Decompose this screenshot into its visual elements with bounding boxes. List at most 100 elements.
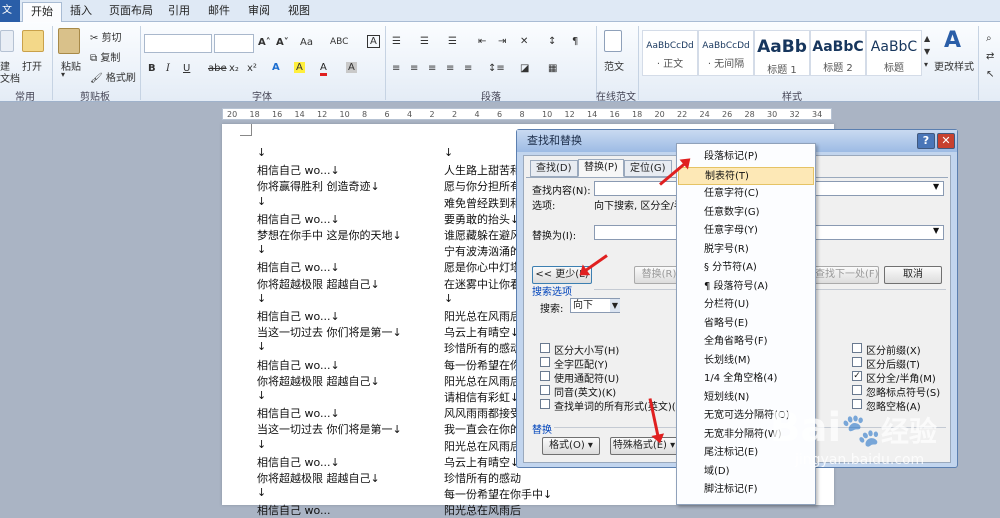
tab-mailings[interactable]: 邮件 <box>200 2 238 22</box>
bullets-icon[interactable]: ☰ <box>392 36 401 47</box>
justify-icon[interactable]: ≡ <box>446 63 454 74</box>
shrink-font-button[interactable]: A˅ <box>276 37 289 48</box>
special-menu-item[interactable]: 域(D) <box>678 463 814 481</box>
special-menu-item[interactable]: 制表符(T) <box>678 166 814 185</box>
tab-page-layout[interactable]: 页面布局 <box>101 2 161 22</box>
change-styles-button[interactable]: 更改样式 <box>934 58 974 73</box>
text-effects-button[interactable]: A <box>272 62 280 73</box>
replace-dropdown-icon[interactable]: ▼ <box>933 226 939 235</box>
underline-button[interactable]: U <box>183 63 190 74</box>
style-normal[interactable]: AaBbCcDd · 正文 <box>642 30 698 76</box>
checkbox[interactable] <box>852 343 862 353</box>
multilevel-list-icon[interactable]: ☰ <box>448 36 457 47</box>
cancel-button[interactable]: 取消 <box>884 266 942 284</box>
open-folder-icon[interactable] <box>22 30 44 52</box>
align-left-icon[interactable]: ≡ <box>392 63 400 74</box>
special-menu-item[interactable]: 分栏符(U) <box>678 296 814 314</box>
special-menu-item[interactable]: 任意数字(G) <box>678 204 814 222</box>
special-button[interactable]: 特殊格式(E) ▾ <box>610 437 678 455</box>
show-marks-icon[interactable]: ¶ <box>572 36 578 47</box>
close-button[interactable]: ✕ <box>937 133 955 149</box>
checkbox-label[interactable]: 使用通配符(U) <box>554 370 619 385</box>
char-shading-button[interactable]: A <box>346 62 357 73</box>
special-menu-item[interactable]: 长划线(M) <box>678 352 814 370</box>
select-dropdown-icon[interactable]: ▼ <box>610 299 620 312</box>
tab-replace[interactable]: 替换(P) <box>578 159 624 177</box>
tab-review[interactable]: 审阅 <box>240 2 278 22</box>
checkbox-label[interactable]: 全字匹配(Y) <box>554 356 608 371</box>
tab-home[interactable]: 开始 <box>22 2 62 23</box>
bold-button[interactable]: B <box>148 63 156 74</box>
font-name-combo[interactable] <box>144 34 212 53</box>
special-menu-item[interactable]: 脚注标记(F) <box>678 481 814 499</box>
special-menu-item[interactable]: 任意字母(Y) <box>678 222 814 240</box>
tab-insert[interactable]: 插入 <box>62 2 100 22</box>
clear-format-button[interactable]: ABC <box>330 37 348 47</box>
special-menu-item[interactable]: 短划线(N) <box>678 389 814 407</box>
tab-find[interactable]: 查找(D) <box>530 160 578 177</box>
highlight-color-button[interactable]: A <box>294 62 305 73</box>
template-doc-icon[interactable] <box>604 30 622 52</box>
help-button[interactable]: ? <box>917 133 935 149</box>
checkbox-label[interactable]: 区分大小写(H) <box>554 342 619 357</box>
align-right-icon[interactable]: ≡ <box>428 63 436 74</box>
special-menu-item[interactable]: 省略号(E) <box>678 315 814 333</box>
checkbox-label[interactable]: 区分后缀(T) <box>866 356 920 371</box>
checkbox[interactable] <box>540 343 550 353</box>
italic-button[interactable]: I <box>166 63 170 74</box>
checkbox[interactable]: ✓ <box>852 371 862 381</box>
shading-icon[interactable]: ◪ <box>520 63 529 74</box>
special-menu-item[interactable]: 段落标记(P) <box>678 148 814 166</box>
open-label[interactable]: 打开 <box>22 58 42 73</box>
styles-scroll-icon[interactable]: ▲ ▼ ▾ <box>924 32 930 71</box>
special-menu-item[interactable]: 全角省略号(F) <box>678 333 814 351</box>
superscript-button[interactable]: x² <box>247 63 257 74</box>
style-no-spacing[interactable]: AaBbCcDd · 无间隔 <box>698 30 754 76</box>
checkbox[interactable] <box>852 357 862 367</box>
horizontal-ruler[interactable]: 20 18 16 14 12 10 8 6 4 2 2 4 6 8 10 12 14 16 18 20 22 24 26 28… <box>222 108 832 120</box>
grow-font-button[interactable]: A˄ <box>258 37 271 48</box>
align-center-icon[interactable]: ≡ <box>410 63 418 74</box>
change-styles-icon[interactable]: A <box>944 28 961 53</box>
checkbox[interactable] <box>540 357 550 367</box>
copy-button[interactable]: ⧉ 复制 <box>90 49 120 64</box>
tab-file[interactable]: 文件 <box>0 0 20 22</box>
cut-button[interactable]: ✂ 剪切 <box>90 29 122 44</box>
checkbox-label[interactable]: 区分前缀(X) <box>866 342 921 357</box>
checkbox[interactable] <box>540 385 550 395</box>
font-color-button[interactable]: A <box>320 62 327 76</box>
font-size-combo[interactable] <box>214 34 254 53</box>
change-case-button[interactable]: Aa <box>300 37 313 48</box>
checkbox[interactable] <box>852 385 862 395</box>
paste-icon[interactable] <box>58 28 80 54</box>
tab-references[interactable]: 引用 <box>160 2 198 22</box>
editing-icons[interactable]: ⌕ ⇄ ↖ <box>986 30 994 84</box>
checkbox-label[interactable]: 同音(英文)(K) <box>554 384 616 399</box>
format-button[interactable]: 格式(O) ▾ <box>542 437 600 455</box>
special-menu-item[interactable]: 1/4 全角空格(4) <box>678 370 814 388</box>
checkbox-label[interactable]: 查找单词的所有形式(英文)(W) <box>554 398 690 413</box>
special-menu-item[interactable]: 脱字号(R) <box>678 241 814 259</box>
line-spacing-icon[interactable]: ↕≡ <box>488 63 505 74</box>
tab-goto[interactable]: 定位(G) <box>624 160 672 177</box>
find-next-button[interactable]: 查找下一处(F) <box>814 266 879 284</box>
checkbox-label[interactable]: 区分全/半角(M) <box>866 370 936 385</box>
style-title[interactable]: AaBbC 标题 <box>866 30 922 76</box>
tab-view[interactable]: 视图 <box>280 2 318 22</box>
paste-dropdown-icon[interactable]: ▾ <box>61 70 65 79</box>
chinese-layout-icon[interactable]: ✕ <box>520 36 528 47</box>
special-menu-item[interactable]: ¶ 段落符号(A) <box>678 278 814 296</box>
format-painter-button[interactable]: 🖌 格式刷 <box>90 69 136 84</box>
special-menu-item[interactable]: 任意字符(C) <box>678 185 814 203</box>
strikethrough-button[interactable]: abe <box>208 63 227 74</box>
sort-icon[interactable]: ↕ <box>548 36 556 47</box>
find-dropdown-icon[interactable]: ▼ <box>933 182 939 191</box>
increase-indent-icon[interactable]: ⇥ <box>498 36 506 47</box>
checkbox[interactable] <box>540 371 550 381</box>
online-template-button[interactable]: 范文 <box>604 58 624 73</box>
distribute-icon[interactable]: ≡ <box>464 63 472 74</box>
numbering-icon[interactable]: ☰ <box>420 36 429 47</box>
checkbox-label[interactable]: 忽略标点符号(S) <box>866 384 940 399</box>
new-doc-icon[interactable] <box>0 30 14 52</box>
checkbox[interactable] <box>540 399 550 409</box>
